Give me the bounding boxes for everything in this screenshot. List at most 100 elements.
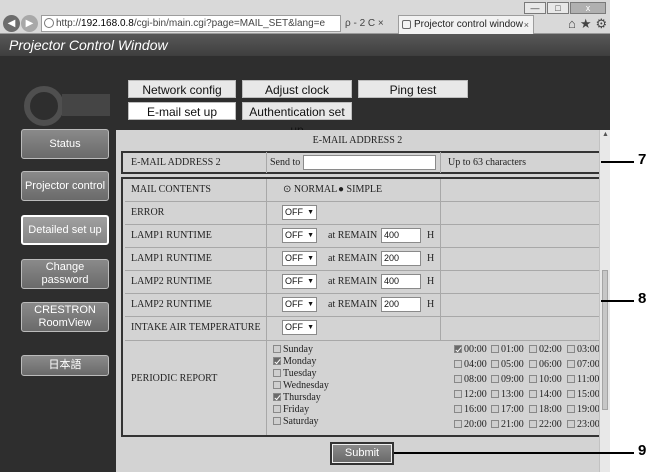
checkbox-icon: [567, 375, 575, 383]
hour-checkbox[interactable]: 07:00: [567, 360, 600, 370]
day-tuesday[interactable]: Tuesday: [273, 369, 317, 379]
checkbox-icon: [529, 360, 537, 368]
lamp1-remain-input[interactable]: 400: [381, 228, 421, 243]
hour-checkbox[interactable]: 10:00: [529, 375, 562, 385]
sidebar-item-change-password[interactable]: Change password: [21, 259, 109, 289]
sidebar-item-status[interactable]: Status: [21, 129, 109, 159]
hour-checkbox[interactable]: 03:00: [567, 345, 600, 355]
hour-label: 19:00: [577, 404, 600, 415]
hour-label: 07:00: [577, 359, 600, 370]
checkbox-icon: [273, 369, 281, 377]
day-friday[interactable]: Friday: [273, 405, 309, 415]
hour-label: 08:00: [464, 374, 487, 385]
sidebar-item-detailed-set-up[interactable]: Detailed set up: [21, 215, 109, 245]
divider: [266, 152, 267, 173]
hour-checkbox[interactable]: 17:00: [491, 405, 524, 415]
hour-label: 00:00: [464, 344, 487, 355]
day-saturday[interactable]: Saturday: [273, 417, 319, 427]
radio-normal[interactable]: ⊙ NORMAL: [283, 179, 337, 201]
toolbar-icons[interactable]: ⌂★⚙: [568, 15, 611, 32]
tab-close-icon[interactable]: ×: [524, 16, 529, 34]
forward-arrow-icon[interactable]: ▶: [21, 15, 38, 32]
tab-email-set-up[interactable]: E-mail set up: [128, 102, 236, 120]
remain-label: at REMAIN: [328, 299, 378, 310]
tab-adjust-clock[interactable]: Adjust clock: [242, 80, 352, 98]
checkbox-icon: [491, 345, 499, 353]
sidebar-item-japanese[interactable]: 日本語: [21, 355, 109, 376]
lamp2-remain-input[interactable]: 200: [381, 297, 421, 312]
lamp1-runtime-select[interactable]: OFF ▼: [282, 251, 317, 266]
hour-label: 10:00: [539, 374, 562, 385]
hour-label: 15:00: [577, 389, 600, 400]
day-sunday[interactable]: Sunday: [273, 345, 313, 355]
hour-checkbox[interactable]: 23:00: [567, 420, 600, 430]
tab-authentication-set-up[interactable]: Authentication set up: [242, 102, 352, 137]
hour-checkbox[interactable]: 16:00: [454, 405, 487, 415]
hour-checkbox[interactable]: 08:00: [454, 375, 487, 385]
checkbox-icon: [567, 405, 575, 413]
lamp2-remain-input[interactable]: 400: [381, 274, 421, 289]
day-label: Saturday: [283, 416, 319, 427]
hour-checkbox[interactable]: 15:00: [567, 390, 600, 400]
day-monday[interactable]: Monday: [273, 357, 316, 367]
chevron-down-icon: ▼: [307, 324, 314, 331]
window-close-button[interactable]: x: [570, 2, 606, 14]
intake-air-select[interactable]: OFF ▼: [282, 320, 317, 335]
email-address-input[interactable]: [303, 155, 436, 170]
hour-checkbox[interactable]: 00:00: [454, 345, 487, 355]
hour-checkbox[interactable]: 01:00: [491, 345, 524, 355]
error-select[interactable]: OFF ▼: [282, 205, 317, 220]
hour-checkbox[interactable]: 19:00: [567, 405, 600, 415]
checkbox-icon: [567, 360, 575, 368]
hour-label: 02:00: [539, 344, 562, 355]
radio-simple[interactable]: ● SIMPLE: [338, 179, 382, 201]
hour-checkbox[interactable]: 22:00: [529, 420, 562, 430]
callout-9: 9: [638, 442, 647, 459]
hour-checkbox[interactable]: 11:00: [567, 375, 599, 385]
hour-checkbox[interactable]: 06:00: [529, 360, 562, 370]
day-wednesday[interactable]: Wednesday: [273, 381, 329, 391]
checkbox-icon: [454, 405, 462, 413]
scrollbar-thumb[interactable]: [602, 270, 608, 410]
submit-button[interactable]: Submit: [330, 442, 394, 465]
sidebar-item-projector-control[interactable]: Projector control: [21, 171, 109, 201]
tab-ping-test[interactable]: Ping test: [358, 80, 468, 98]
hour-checkbox[interactable]: 12:00: [454, 390, 487, 400]
setting-row-error: ERROR OFF ▼: [125, 202, 599, 224]
setting-label: LAMP2 RUNTIME: [131, 276, 212, 287]
hour-checkbox[interactable]: 18:00: [529, 405, 562, 415]
hour-checkbox[interactable]: 02:00: [529, 345, 562, 355]
hour-checkbox[interactable]: 20:00: [454, 420, 487, 430]
back-arrow-icon[interactable]: ◀: [3, 15, 20, 32]
hour-checkbox[interactable]: 09:00: [491, 375, 524, 385]
lamp2-runtime-select[interactable]: OFF ▼: [282, 274, 317, 289]
setting-controls: OFF ▼ at REMAIN 200 H: [270, 294, 440, 316]
remain-label: at REMAIN: [328, 253, 378, 264]
callout-7: 7: [638, 151, 647, 168]
hour-checkbox[interactable]: 05:00: [491, 360, 524, 370]
day-label: Monday: [283, 356, 317, 367]
chevron-down-icon: ▼: [307, 209, 314, 216]
lamp2-runtime-select[interactable]: OFF ▼: [282, 297, 317, 312]
checkbox-icon: [454, 390, 462, 398]
minimize-button[interactable]: —: [524, 2, 546, 14]
day-label: Friday: [283, 404, 310, 415]
scroll-up-arrow-icon[interactable]: ▲: [602, 131, 609, 138]
logo-bar: [62, 94, 110, 116]
hour-checkbox[interactable]: 14:00: [529, 390, 562, 400]
hour-checkbox[interactable]: 04:00: [454, 360, 487, 370]
tab-network-config[interactable]: Network config: [128, 80, 236, 98]
tab-favicon-icon: [402, 20, 411, 29]
hour-checkbox[interactable]: 21:00: [491, 420, 524, 430]
address-bar-tools[interactable]: ρ - 2 C ×: [345, 15, 397, 32]
maximize-button[interactable]: □: [547, 2, 569, 14]
hour-checkbox[interactable]: 13:00: [491, 390, 524, 400]
lamp1-runtime-select[interactable]: OFF ▼: [282, 228, 317, 243]
day-thursday[interactable]: Thursday: [273, 393, 321, 403]
address-bar[interactable]: http://192.168.0.8/cgi-bin/main.cgi?page…: [41, 15, 341, 32]
select-value: OFF: [285, 322, 303, 332]
checkbox-icon: [273, 381, 281, 389]
browser-tab[interactable]: Projector control window ×: [398, 15, 534, 34]
sidebar-item-crestron-roomview[interactable]: CRESTRON RoomView: [21, 302, 109, 332]
lamp1-remain-input[interactable]: 200: [381, 251, 421, 266]
